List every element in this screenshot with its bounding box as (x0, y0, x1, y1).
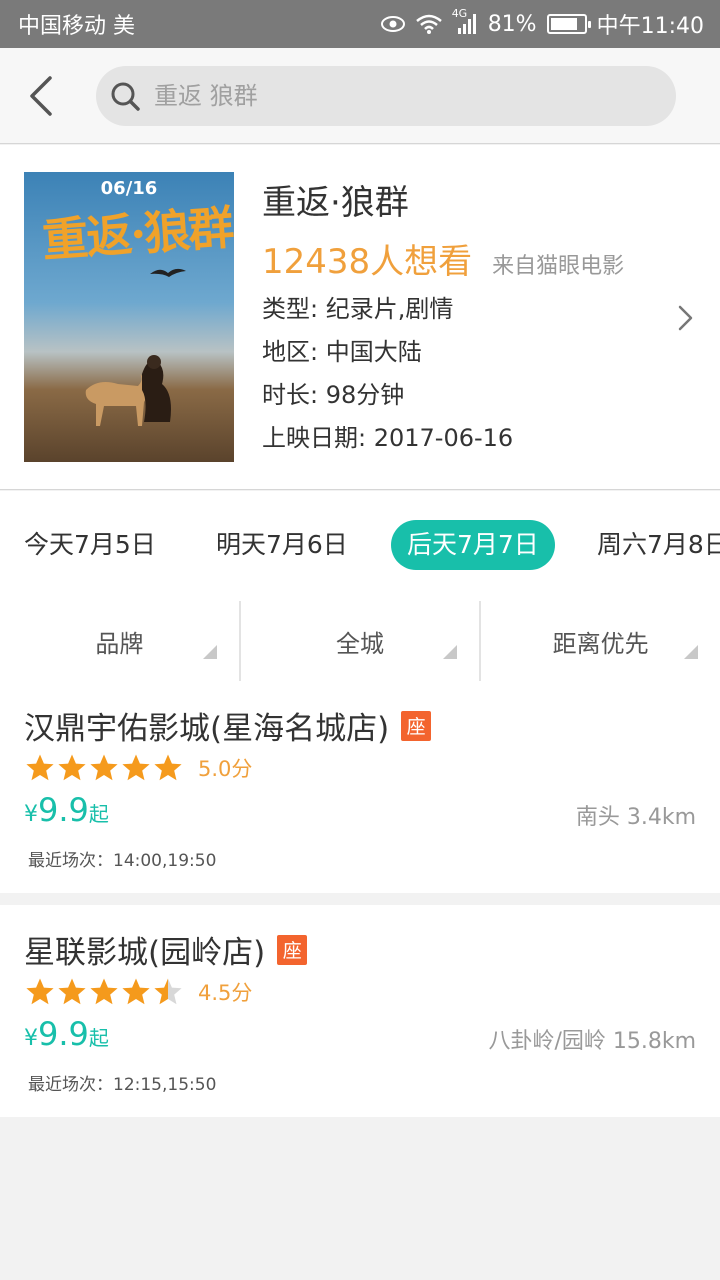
star-icon (58, 978, 86, 1005)
filter-brand-label: 品牌 (95, 629, 144, 658)
date-tab-saturday[interactable]: 周六7月8日 (597, 520, 720, 570)
cinema-name: 汉鼎宇佑影城(星海名城店) (24, 711, 390, 747)
star-group (24, 977, 184, 1007)
movie-title: 重返·狼群 (262, 183, 409, 223)
filter-brand[interactable]: 品牌 (0, 601, 239, 681)
battery-icon (546, 14, 591, 34)
chevron-right-icon[interactable] (676, 303, 696, 333)
signal-icon: 4G (452, 7, 478, 35)
star-icon (122, 978, 150, 1005)
want-count: 12438人想看 (262, 242, 473, 282)
movie-poster: 06/16 重返·狼群 (24, 172, 234, 462)
price-value: 9.9 (38, 1015, 89, 1053)
price: ¥ 9.9 起 (24, 1015, 109, 1053)
filter-sort[interactable]: 距离优先 (479, 601, 720, 681)
price-suffix: 起 (88, 802, 109, 826)
price-suffix: 起 (88, 1026, 109, 1050)
movie-region: 地区: 中国大陆 (262, 338, 422, 366)
back-button[interactable] (20, 72, 60, 120)
wifi-icon (415, 14, 442, 34)
rating-stars: 5.0分 (24, 753, 252, 783)
star-icon (90, 978, 118, 1005)
rating-score: 4.5分 (198, 981, 253, 1005)
price-value: 9.9 (38, 791, 89, 829)
cinema-list-item[interactable]: 汉鼎宇佑影城(星海名城店) 座 5.0分 ¥ 9.9 起 南头 3.4km 最近… (0, 681, 720, 893)
filter-bar: 品牌 全城 距离优先 (0, 601, 720, 681)
star-icon (58, 754, 86, 781)
search-bar[interactable] (96, 66, 676, 126)
star-group (24, 753, 184, 783)
status-bar: 中国移动 美 4G 81% 中午11:40 (0, 0, 720, 48)
dropdown-triangle-icon (684, 645, 699, 659)
movie-type: 类型: 纪录片,剧情 (262, 295, 454, 323)
dropdown-triangle-icon (443, 645, 458, 659)
search-input[interactable] (154, 82, 634, 110)
date-tab-today[interactable]: 今天7月5日 (24, 520, 156, 570)
eye-icon (380, 15, 406, 33)
wolf-and-person-illustration (85, 355, 171, 426)
filter-area[interactable]: 全城 (238, 601, 480, 681)
network-type: 4G (451, 7, 468, 20)
search-icon[interactable] (110, 81, 140, 111)
date-tab-tomorrow[interactable]: 明天7月6日 (216, 520, 348, 570)
movie-info-card[interactable]: 06/16 重返·狼群 重返·狼群 12438人想看 来自猫眼电影 类型: 纪录… (0, 145, 720, 490)
star-icon (26, 754, 54, 781)
cinema-distance: 南头 3.4km (575, 805, 696, 830)
poster-title: 重返·狼群 (40, 200, 234, 268)
dropdown-triangle-icon (202, 645, 217, 659)
movie-duration: 时长: 98分钟 (262, 381, 405, 409)
date-tabs: 今天7月5日 明天7月6日 后天7月7日 周六7月8日 (0, 491, 720, 601)
star-icon (26, 978, 54, 1005)
filter-area-label: 全城 (336, 629, 384, 658)
price-currency: ¥ (24, 1026, 38, 1051)
search-header (0, 48, 720, 144)
rating-stars: 4.5分 (24, 977, 252, 1007)
star-icon (90, 754, 118, 781)
rating-score: 5.0分 (198, 757, 253, 781)
recent-showtimes: 最近场次：12:15,15:50 (28, 1075, 217, 1095)
data-source: 来自猫眼电影 (492, 254, 625, 279)
carrier-label: 中国移动 美 (18, 14, 135, 39)
cinema-name: 星联影城(园岭店) (24, 935, 266, 971)
star-icon (154, 754, 182, 781)
clock: 中午11:40 (596, 14, 704, 39)
star-icon (122, 754, 150, 781)
price-currency: ¥ (24, 802, 38, 827)
filter-sort-label: 距离优先 (552, 629, 649, 658)
price: ¥ 9.9 起 (24, 791, 109, 829)
recent-showtimes: 最近场次：14:00,19:50 (28, 851, 217, 871)
movie-release-date: 上映日期: 2017-06-16 (262, 424, 514, 452)
cinema-list-item[interactable]: 星联影城(园岭店) 座 4.5分 ¥ 9.9 起 八卦岭/园岭 15.8km 最… (0, 905, 720, 1117)
eagle-illustration (150, 268, 186, 277)
cinema-distance: 八卦岭/园岭 15.8km (488, 1029, 696, 1054)
chevron-left-icon (30, 76, 52, 116)
date-tab-day-after[interactable]: 后天7月7日 (391, 520, 555, 570)
battery-percent: 81% (487, 11, 537, 37)
star-icon (154, 978, 182, 1005)
seat-selection-badge: 座 (401, 710, 432, 741)
seat-selection-badge: 座 (277, 934, 308, 965)
